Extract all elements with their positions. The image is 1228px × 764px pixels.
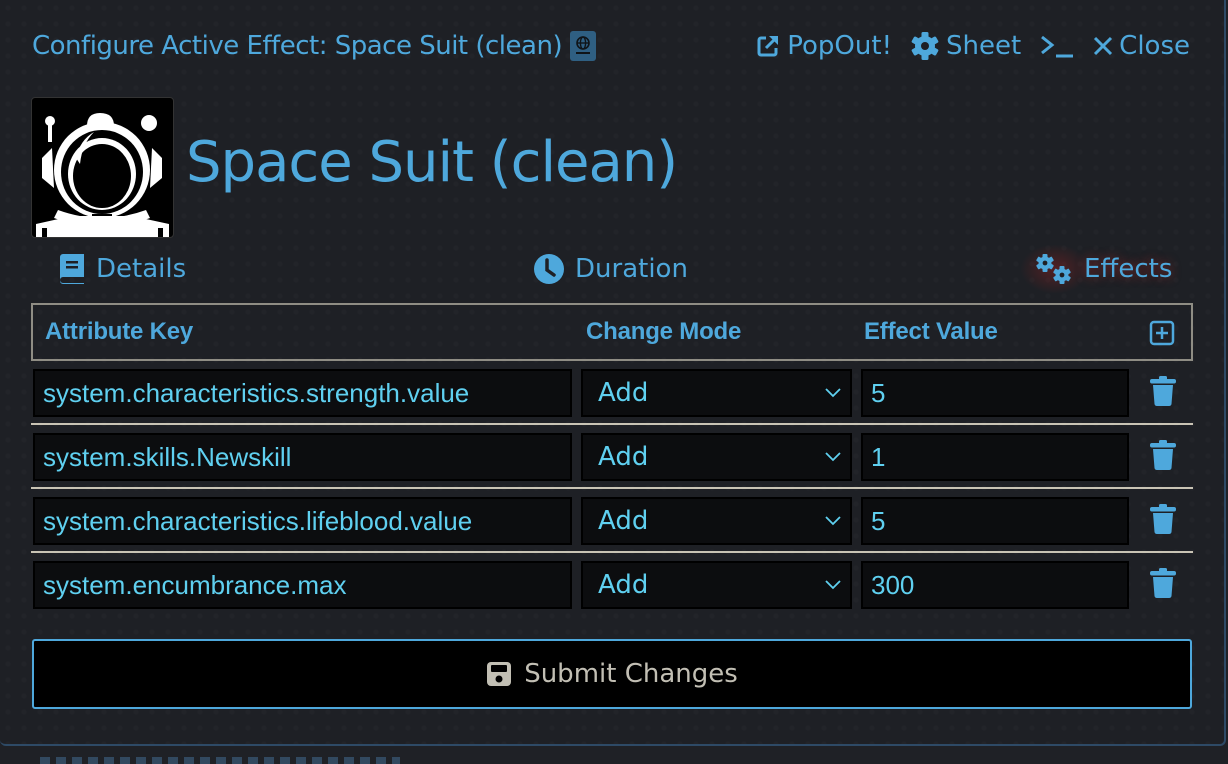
popout-button[interactable]: PopOut! [755,31,892,61]
table-header: Attribute Key Change Mode Effect Value [31,303,1193,361]
window-header[interactable]: Configure Active Effect: Space Suit (cle… [32,26,1190,66]
terminal-icon [1041,35,1074,58]
popout-label: PopOut! [787,31,892,61]
item-name-heading: Space Suit (clean) [186,130,678,195]
tab-effects[interactable]: Effects [1020,244,1173,294]
sheet-label: Sheet [946,31,1022,61]
submit-changes-button[interactable]: Submit Changes [32,639,1192,709]
chevron-down-icon [825,516,841,526]
effect-value-input[interactable] [861,561,1129,609]
document-id-icon[interactable] [570,31,597,61]
header-change-mode: Change Mode [586,318,742,345]
sheet-button[interactable]: Sheet [910,31,1021,61]
attribute-key-input[interactable] [33,497,572,545]
change-mode-select[interactable]: Add [581,497,852,545]
close-label: Close [1119,31,1190,61]
cogs-icon [1036,254,1071,284]
tab-duration[interactable]: Duration [533,250,688,288]
gear-icon [911,32,939,60]
tab-details[interactable]: Details [58,250,186,288]
chevron-down-icon [825,452,841,462]
chevron-down-icon [825,388,841,398]
trash-icon [1150,504,1176,535]
tab-duration-label: Duration [575,254,688,284]
close-icon [1094,36,1113,56]
effect-value-input[interactable] [861,497,1129,545]
change-mode-value: Add [598,570,649,600]
table-row: Add [31,553,1193,617]
tab-effects-label: Effects [1084,254,1173,284]
change-mode-select[interactable]: Add [581,433,852,481]
terminal-button[interactable] [1039,33,1075,59]
header-attribute-key: Attribute Key [45,318,194,345]
active-effect-config-window: Configure Active Effect: Space Suit (cle… [0,0,1226,746]
clock-icon [534,254,564,284]
header-effect-value: Effect Value [864,318,998,345]
save-icon [487,662,512,686]
effect-value-input[interactable] [861,433,1129,481]
trash-icon [1150,440,1176,471]
delete-change-button[interactable] [1149,567,1177,603]
delete-change-button[interactable] [1149,503,1177,539]
external-link-icon [757,36,779,57]
submit-label: Submit Changes [524,659,738,689]
add-change-button[interactable] [1149,320,1175,350]
attribute-key-input[interactable] [33,433,572,481]
astronaut-helmet-icon [36,113,169,237]
underlying-window-edge [40,757,400,764]
attribute-key-input[interactable] [33,561,572,609]
change-mode-value: Add [598,442,649,472]
effect-changes-table: Attribute Key Change Mode Effect Value A… [31,303,1193,617]
sheet-tabs: Details Duration Effects [58,244,1182,294]
attribute-key-input[interactable] [33,369,572,417]
table-row: Add [31,361,1193,425]
change-mode-select[interactable]: Add [581,369,852,417]
chevron-down-icon [825,580,841,590]
window-title: Configure Active Effect: Space Suit (cle… [32,31,563,61]
plus-square-icon [1149,320,1175,346]
book-icon [60,254,84,284]
table-row: Add [31,489,1193,553]
effect-value-input[interactable] [861,369,1129,417]
change-mode-value: Add [598,378,649,408]
trash-icon [1150,376,1176,407]
table-row: Add [31,425,1193,489]
trash-icon [1150,568,1176,599]
delete-change-button[interactable] [1149,439,1177,475]
delete-change-button[interactable] [1149,375,1177,411]
change-mode-select[interactable]: Add [581,561,852,609]
change-mode-value: Add [598,506,649,536]
item-image[interactable] [31,97,174,238]
close-button[interactable]: Close [1093,31,1190,61]
tab-details-label: Details [96,254,187,284]
